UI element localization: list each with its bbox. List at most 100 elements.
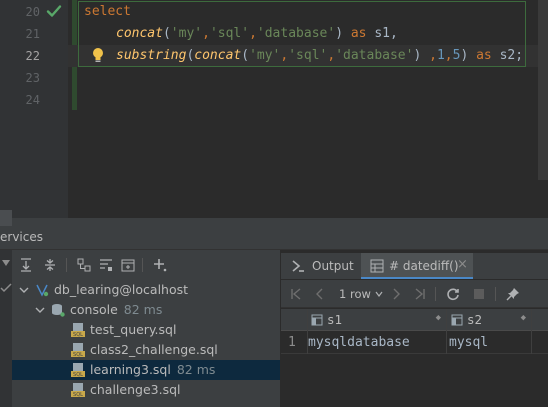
grid-line: [307, 309, 308, 354]
checkmark-icon[interactable]: [0, 282, 12, 294]
editor-scrollbar[interactable]: [538, 0, 548, 180]
function-name: substring: [116, 48, 187, 63]
tool-strip: [0, 250, 12, 407]
table-row[interactable]: 1 mysqldatabase mysql: [281, 332, 548, 354]
previous-page-icon[interactable]: [313, 287, 327, 301]
editor-gutter: 20 21 22 23 24: [0, 0, 68, 218]
line-number: 23: [25, 71, 40, 85]
column-icon: [451, 314, 463, 326]
code-line-22[interactable]: substring(concat('my','sql','database') …: [116, 45, 523, 67]
tree-item-label: learning3.sql: [90, 362, 171, 377]
string-literal: 'database': [335, 48, 414, 63]
line-number: 22: [25, 49, 40, 63]
alias: s2;: [499, 48, 524, 63]
column-name: s1: [327, 312, 343, 327]
sql-file-icon: SQL: [71, 343, 85, 358]
results-tabs: Output # datediff() ×: [281, 253, 548, 279]
sort-icon[interactable]: ◆: [436, 313, 441, 323]
function-name: concat: [116, 26, 163, 41]
column-header-s1[interactable]: s1 ◆: [307, 309, 447, 331]
add-service-button[interactable]: [150, 255, 170, 275]
collapse-all-button[interactable]: [40, 255, 60, 275]
string-literal: 'my': [170, 26, 203, 41]
alias: s1,: [374, 26, 398, 41]
expand-all-icon: [21, 258, 31, 272]
keyword: as: [476, 48, 492, 63]
grid-line: [531, 309, 532, 354]
filter-button[interactable]: [96, 255, 116, 275]
chevron-down-icon[interactable]: [34, 304, 46, 316]
services-toolbar: [12, 252, 280, 278]
sort-icon[interactable]: ◆: [521, 313, 526, 323]
chevron-down-icon[interactable]: [375, 290, 383, 298]
row-number: 1: [288, 335, 296, 350]
code-line-20[interactable]: select: [84, 1, 131, 23]
datasource-icon: [36, 284, 49, 297]
string-literal: 'database': [256, 26, 336, 41]
keyword: select: [84, 4, 131, 19]
new-tab-icon: [121, 259, 135, 272]
chevron-down-icon[interactable]: [18, 284, 30, 296]
number-literal: 1: [436, 48, 445, 63]
services-title: ervices: [0, 230, 43, 244]
console-icon: [52, 304, 65, 317]
new-tab-button[interactable]: [118, 255, 138, 275]
lightbulb-icon[interactable]: [91, 47, 105, 64]
tree-item-file[interactable]: SQL class2_challenge.sql: [12, 340, 280, 360]
svg-text:SQL: SQL: [73, 392, 83, 398]
tree-item-console[interactable]: console 82 ms: [12, 300, 280, 320]
collapse-all-icon: [45, 259, 55, 271]
pin-icon[interactable]: [506, 287, 520, 301]
divider-handle[interactable]: [0, 210, 12, 226]
panel-divider[interactable]: [0, 218, 548, 226]
checkmark-icon[interactable]: [46, 3, 62, 19]
tree-item-file[interactable]: SQL test_query.sql: [12, 320, 280, 340]
function-name: concat: [194, 48, 242, 63]
tree-item-label: challenge3.sql: [90, 382, 181, 397]
keyword: as: [350, 26, 367, 41]
table-icon: [370, 259, 384, 273]
next-page-icon[interactable]: [389, 287, 403, 301]
tab-output[interactable]: Output: [281, 253, 357, 279]
stop-icon[interactable]: [473, 288, 485, 300]
tree-item-datasource[interactable]: db_learing@localhost: [12, 280, 280, 300]
tree-item-file-selected[interactable]: SQL learning3.sql 82 ms: [12, 360, 280, 380]
row-count[interactable]: 1 row: [339, 287, 371, 301]
column-icon: [311, 314, 323, 326]
line-number: 21: [25, 27, 40, 41]
execution-time: 82 ms: [123, 302, 163, 317]
string-literal: 'my': [249, 48, 281, 63]
toolbar-separator: [142, 258, 143, 272]
line-number: 24: [25, 93, 40, 107]
table-cell[interactable]: mysql: [449, 332, 488, 354]
column-header-s2[interactable]: s2 ◆: [447, 309, 532, 331]
table-cell[interactable]: mysqldatabase: [308, 332, 410, 354]
execution-time: 82 ms: [176, 362, 216, 377]
toolbar-separator: [435, 287, 436, 301]
sql-file-icon: SQL: [71, 323, 85, 338]
sql-editor[interactable]: 20 21 22 23 24 select concat('my','sql',…: [0, 0, 548, 218]
last-page-icon[interactable]: [413, 287, 427, 301]
code-line-21[interactable]: concat('my','sql','database') as s1,: [116, 23, 398, 45]
tree-item-label: console: [70, 302, 118, 317]
expand-all-button[interactable]: [16, 255, 36, 275]
tab-label: Output: [312, 259, 354, 273]
line-number: 20: [25, 5, 40, 19]
tree-item-file[interactable]: SQL challenge3.sql: [12, 380, 280, 400]
filter-icon: [100, 259, 112, 271]
close-icon[interactable]: ×: [457, 257, 468, 272]
results-toolbar: 1 row: [281, 280, 548, 308]
column-name: s2: [467, 312, 483, 327]
tab-result[interactable]: # datediff() ×: [361, 253, 473, 279]
refresh-icon[interactable]: [446, 287, 460, 301]
string-literal: 'sql': [288, 48, 328, 63]
svg-text:SQL: SQL: [73, 352, 83, 358]
first-page-icon[interactable]: [289, 287, 303, 301]
collapse-icon[interactable]: [0, 258, 12, 270]
toolbar-separator: [66, 258, 67, 272]
tree-item-label: test_query.sql: [90, 322, 177, 337]
group-by-button[interactable]: [74, 255, 94, 275]
tab-label: # datediff(): [389, 259, 459, 273]
string-literal: 'sql': [209, 26, 250, 41]
tree-item-label: db_learing@localhost: [54, 282, 189, 297]
